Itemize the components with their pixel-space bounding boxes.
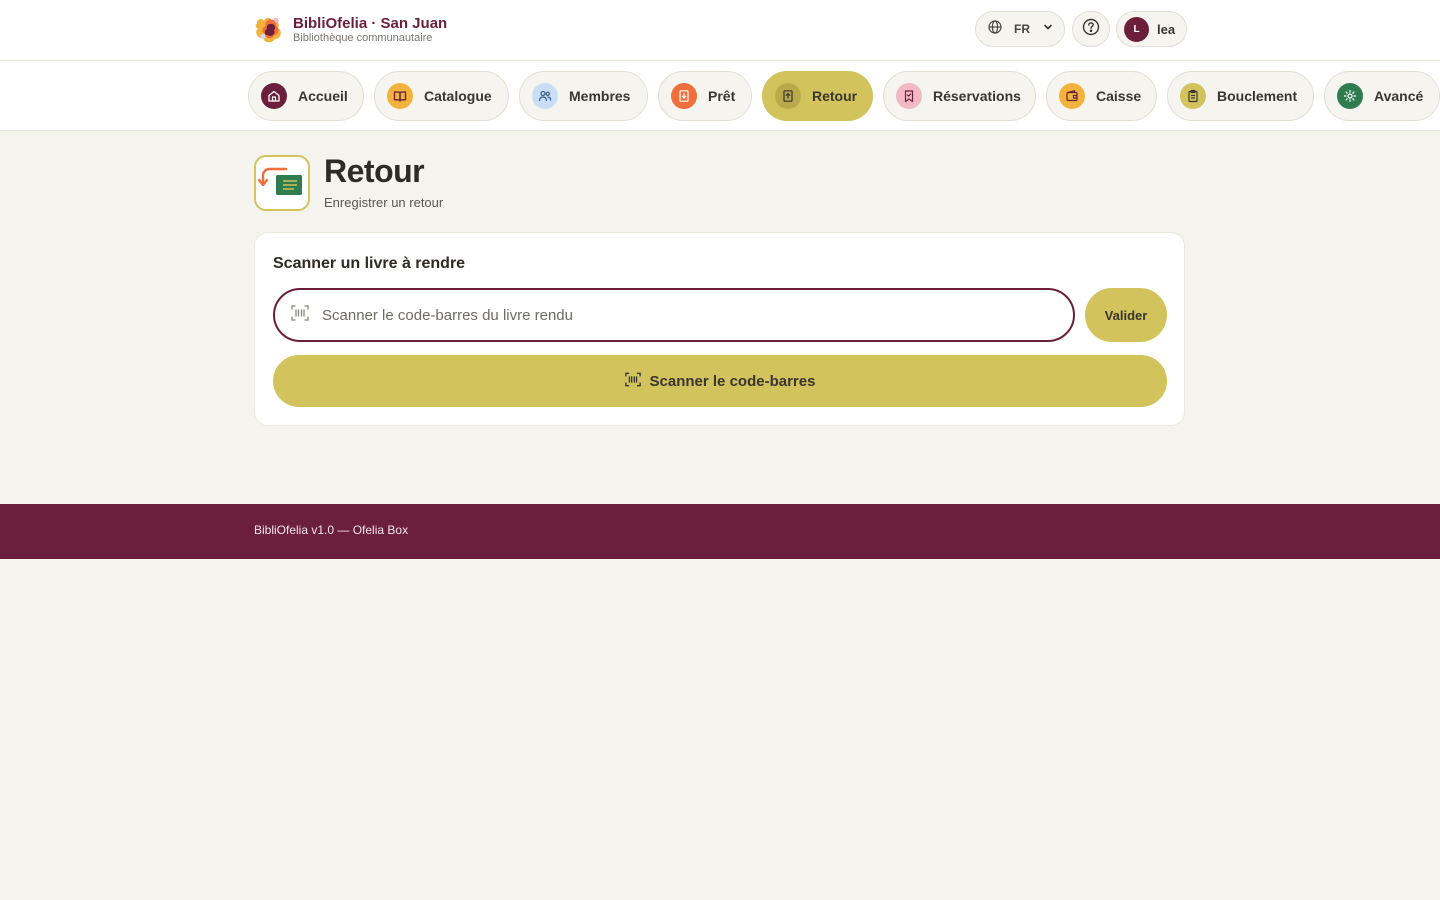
nav-item-label: Prêt: [708, 88, 736, 104]
nav-item-accueil[interactable]: Accueil: [248, 71, 364, 121]
nav-item-reservations[interactable]: Réservations: [883, 71, 1036, 121]
nav-item-label: Retour: [812, 88, 858, 104]
help-icon: [1082, 18, 1100, 41]
footer: BibliOfelia v1.0 — Ofelia Box: [0, 504, 1440, 559]
user-menu[interactable]: L lea: [1116, 11, 1187, 47]
return-page-icon: [254, 155, 310, 211]
wallet-icon: [1059, 83, 1085, 109]
footer-text: BibliOfelia v1.0 — Ofelia Box: [254, 523, 409, 537]
nav-item-label: Réservations: [933, 88, 1021, 104]
nav-item-membres[interactable]: Membres: [519, 71, 648, 121]
gear-icon: [1337, 83, 1363, 109]
barcode-input-field[interactable]: [273, 288, 1075, 342]
clipboard-icon: [1180, 83, 1206, 109]
page-subtitle: Enregistrer un retour: [324, 195, 444, 210]
nav-item-pret[interactable]: Prêt: [658, 71, 752, 121]
nav-item-caisse[interactable]: Caisse: [1046, 71, 1157, 121]
page-title: Retour: [324, 153, 425, 189]
barcode-icon: [624, 372, 641, 391]
nav-item-avance[interactable]: Avancé: [1324, 71, 1440, 121]
nav-item-label: Accueil: [298, 88, 348, 104]
book-open-icon: [387, 83, 413, 109]
nav-item-label: Caisse: [1096, 88, 1142, 104]
scan-barcode-button[interactable]: Scanner le code-barres: [273, 355, 1167, 407]
help-button[interactable]: [1072, 11, 1110, 47]
chevron-down-icon: [1042, 20, 1054, 38]
loan-book-icon: [671, 83, 697, 109]
nav-item-retour[interactable]: Retour: [762, 71, 873, 121]
top-header: BibliOfelia · San Juan Bibliothèque comm…: [0, 0, 1440, 61]
avatar: L: [1124, 16, 1149, 42]
nav-item-bouclement[interactable]: Bouclement: [1167, 71, 1314, 121]
bookmark-icon: [896, 83, 922, 109]
barcode-input[interactable]: [322, 306, 1022, 324]
globe-icon: [988, 19, 1002, 39]
nav-item-label: Avancé: [1374, 88, 1424, 104]
brand-subtitle: Bibliothèque communautaire: [293, 31, 433, 44]
nav-item-catalogue[interactable]: Catalogue: [374, 71, 509, 121]
nav-item-label: Membres: [569, 88, 631, 104]
home-icon: [261, 83, 287, 109]
scan-return-card: Scanner un livre à rendre Valider Scanne…: [254, 232, 1185, 426]
language-code: FR: [1014, 22, 1030, 36]
card-title: Scanner un livre à rendre: [273, 255, 466, 272]
language-selector[interactable]: FR: [975, 11, 1065, 47]
barcode-icon: [291, 304, 309, 326]
nav-item-label: Catalogue: [424, 88, 492, 104]
main-nav: Accueil Catalogue Membres Prêt Retour Ré…: [0, 61, 1440, 131]
brand-title: BibliOfelia · San Juan: [293, 14, 448, 32]
brand[interactable]: BibliOfelia · San Juan Bibliothèque comm…: [254, 14, 447, 45]
scan-button-label: Scanner le code-barres: [649, 372, 816, 390]
user-name: lea: [1157, 21, 1176, 37]
nav-item-label: Bouclement: [1217, 88, 1298, 104]
validate-button[interactable]: Valider: [1085, 288, 1167, 342]
return-book-icon: [775, 83, 801, 109]
brand-logo-icon: [254, 14, 285, 45]
users-icon: [532, 83, 558, 109]
